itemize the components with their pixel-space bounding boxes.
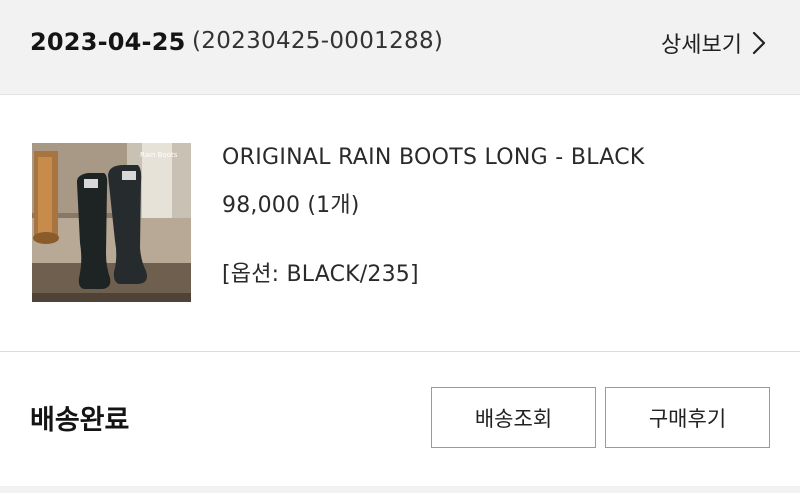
view-details-link[interactable]: 상세보기 <box>661 26 770 60</box>
product-option: [옵션: BLACK/235] <box>222 262 419 287</box>
track-delivery-button[interactable]: 배송조회 <box>431 387 596 448</box>
order-item: Rain Boots ORIGINAL RAIN BOOTS LONG - BL… <box>0 95 800 351</box>
order-number: (20230425-0001288) <box>192 28 444 54</box>
svg-text:Rain Boots: Rain Boots <box>140 151 178 159</box>
order-header: 2023-04-25 (20230425-0001288) 상세보기 <box>0 0 800 95</box>
bottom-separator <box>0 486 800 493</box>
rain-boots-photo: Rain Boots <box>32 143 191 302</box>
product-price: 98,000 (1개) <box>222 193 360 218</box>
product-thumbnail[interactable]: Rain Boots <box>32 143 191 302</box>
chevron-right-icon <box>748 28 770 58</box>
order-date: 2023-04-25 <box>30 28 186 56</box>
write-review-button[interactable]: 구매후기 <box>605 387 770 448</box>
view-details-label: 상세보기 <box>661 33 742 58</box>
delivery-status-row: 배송완료 배송조회 구매후기 <box>0 352 800 493</box>
product-name[interactable]: ORIGINAL RAIN BOOTS LONG - BLACK <box>222 145 645 170</box>
delivery-status: 배송완료 <box>30 405 130 436</box>
